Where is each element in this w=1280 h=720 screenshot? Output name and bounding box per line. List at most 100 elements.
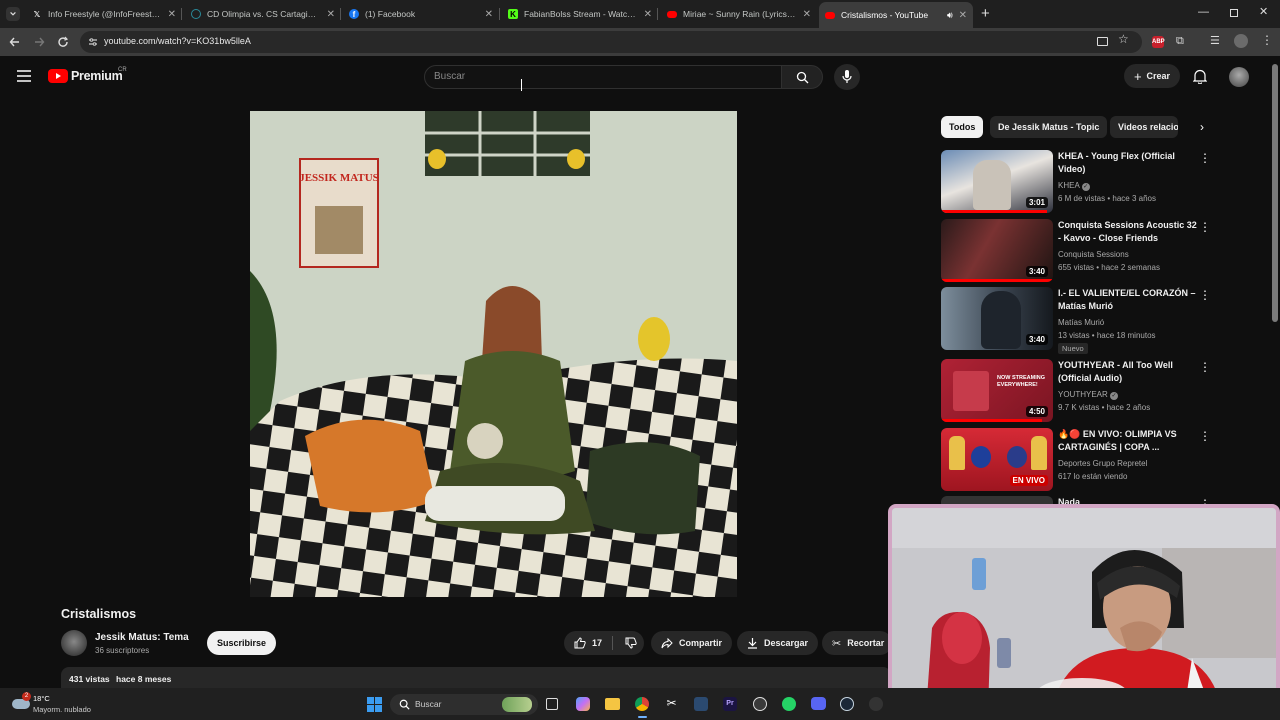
- tab-title: FabianBolss Stream - Watch Liv: [524, 9, 638, 19]
- download-button[interactable]: Descargar: [737, 631, 819, 655]
- extension-abp-icon[interactable]: ABP: [1152, 36, 1165, 48]
- team-crest-left: [971, 446, 991, 468]
- close-tab-icon[interactable]: ✕: [485, 9, 493, 20]
- recommendation-item[interactable]: 3:40 Conquista Sessions Acoustic 32 - Ka…: [941, 219, 1211, 283]
- video-player[interactable]: JESSIK MATUS: [250, 111, 737, 597]
- url-text: youtube.com/watch?v=KO31bw5lleA: [104, 36, 251, 46]
- voice-search-button[interactable]: [834, 64, 860, 90]
- more-options-icon[interactable]: ⋮: [1199, 429, 1211, 443]
- webcam-feed-image: [892, 508, 1276, 712]
- recommendation-item[interactable]: 3:01 KHEA - Young Flex (Official Video) …: [941, 150, 1211, 214]
- whatsapp-icon[interactable]: [782, 697, 796, 711]
- media-controls-icon[interactable]: ☰: [1210, 34, 1220, 47]
- browser-menu-icon[interactable]: ⋮: [1261, 33, 1273, 47]
- close-window-button[interactable]: ✕: [1259, 5, 1268, 18]
- recommendation-item[interactable]: NOW STREAMING EVERYWHERE! 4:50 YOUTHYEAR…: [941, 359, 1211, 423]
- browser-tab[interactable]: Miriae ~ Sunny Rain (Lyrics vide ✕: [667, 4, 811, 24]
- steam-icon[interactable]: [840, 697, 854, 711]
- minimize-button[interactable]: —: [1198, 6, 1209, 18]
- video-thumbnail[interactable]: EN VIVO: [941, 428, 1053, 491]
- video-thumbnail[interactable]: 3:40: [941, 287, 1053, 350]
- profile-avatar[interactable]: [1234, 34, 1248, 48]
- address-bar[interactable]: youtube.com/watch?v=KO31bw5lleA: [80, 31, 1142, 53]
- premiere-icon[interactable]: Pr: [723, 697, 737, 711]
- create-button[interactable]: + Crear: [1124, 64, 1180, 88]
- task-view-icon[interactable]: [546, 698, 558, 710]
- extensions-puzzle-icon[interactable]: ⧉: [1176, 35, 1184, 48]
- chip-all[interactable]: Todos: [941, 116, 984, 138]
- recommendation-item[interactable]: 3:40 I.- EL VALIENTE/EL CORAZÓN – Matías…: [941, 287, 1211, 357]
- forward-icon[interactable]: [33, 36, 45, 48]
- browser-tab[interactable]: 𝕏 Info Freestyle (@InfoFreestyle2 ✕: [32, 4, 176, 24]
- hamburger-menu-icon[interactable]: [17, 70, 31, 82]
- chip-from-artist[interactable]: De Jessik Matus - Topic: [990, 116, 1108, 138]
- video-meta: 6 M de vistas • hace 3 años: [1058, 194, 1156, 203]
- discord-icon[interactable]: [811, 697, 826, 710]
- more-options-icon[interactable]: ⋮: [1199, 151, 1211, 165]
- close-tab-icon[interactable]: ✕: [959, 10, 967, 21]
- youtube-logo[interactable]: Premium: [48, 69, 123, 83]
- chip-related[interactable]: Videos relacio: [1110, 116, 1178, 138]
- speaker-icon[interactable]: 🔊︎: [947, 10, 953, 21]
- thumbs-down-icon[interactable]: [625, 637, 637, 649]
- taskbar-search-box[interactable]: Buscar: [390, 694, 538, 715]
- share-button[interactable]: Compartir: [651, 631, 733, 655]
- poster-text: JESSIK MATUS: [299, 172, 379, 184]
- browser-tab[interactable]: f (1) Facebook ✕: [349, 4, 493, 24]
- video-thumbnail[interactable]: 3:40: [941, 219, 1053, 282]
- close-tab-icon[interactable]: ✕: [803, 9, 811, 20]
- channel-name: YOUTHYEAR ✓: [1058, 390, 1119, 400]
- notifications-bell-icon[interactable]: [1193, 69, 1207, 84]
- video-title: Cristalismos: [61, 607, 137, 621]
- more-options-icon[interactable]: ⋮: [1199, 360, 1211, 374]
- like-button[interactable]: 17: [564, 637, 602, 649]
- tab-search-menu[interactable]: [6, 7, 20, 21]
- account-avatar[interactable]: [1229, 67, 1249, 87]
- search-highlight-image: [502, 697, 532, 712]
- browser-tab[interactable]: K FabianBolss Stream - Watch Liv ✕: [508, 4, 652, 24]
- subscribe-button[interactable]: Suscribirse: [207, 631, 276, 655]
- channel-avatar[interactable]: [61, 630, 87, 656]
- plus-icon: +: [1133, 68, 1142, 84]
- download-label: Descargar: [764, 638, 809, 648]
- webcam-overlay: [888, 504, 1280, 716]
- restore-button[interactable]: [1230, 9, 1238, 17]
- reload-icon[interactable]: [57, 36, 69, 48]
- weather-widget[interactable]: 2 18°C Mayorm. nublado: [10, 692, 120, 716]
- app-icon[interactable]: [869, 697, 883, 711]
- back-icon[interactable]: [9, 36, 21, 48]
- clip-button[interactable]: ✂ Recortar: [822, 631, 892, 655]
- new-tab-button[interactable]: +: [981, 5, 990, 22]
- bookmark-star-icon[interactable]: ☆: [1118, 32, 1129, 46]
- video-thumbnail[interactable]: NOW STREAMING EVERYWHERE! 4:50: [941, 359, 1053, 422]
- page-scrollbar[interactable]: [1272, 64, 1278, 322]
- download-icon: [748, 638, 757, 649]
- close-tab-icon[interactable]: ✕: [327, 9, 335, 20]
- close-tab-icon[interactable]: ✕: [168, 9, 176, 20]
- browser-tab[interactable]: CD Olimpia vs. CS Cartaginés (C ✕: [191, 4, 335, 24]
- close-tab-icon[interactable]: ✕: [644, 9, 652, 20]
- video-thumbnail[interactable]: 3:01: [941, 150, 1053, 213]
- obs-icon[interactable]: [753, 697, 767, 711]
- site-info-icon[interactable]: [88, 37, 98, 47]
- capcut-icon[interactable]: ✂: [665, 697, 678, 710]
- pen-tool-icon[interactable]: [694, 697, 708, 711]
- tab-title: Miriae ~ Sunny Rain (Lyrics vide: [683, 9, 797, 19]
- taskbar-search-placeholder: Buscar: [415, 699, 442, 709]
- chrome-icon[interactable]: [635, 697, 649, 711]
- recommendation-item[interactable]: EN VIVO 🔥🔴 EN VIVO: OLIMPIA VS CARTAGINÉ…: [941, 428, 1211, 492]
- more-options-icon[interactable]: ⋮: [1199, 288, 1211, 302]
- channel-name[interactable]: Jessik Matus: Tema: [95, 632, 189, 643]
- browser-tab-active[interactable]: Cristalismos - YouTube 🔊︎ ✕: [819, 2, 973, 28]
- trophy-left: [949, 436, 965, 470]
- file-explorer-icon[interactable]: [605, 698, 620, 710]
- search-button[interactable]: [781, 65, 823, 89]
- more-options-icon[interactable]: ⋮: [1199, 220, 1211, 234]
- search-input[interactable]: Buscar: [424, 65, 782, 89]
- description-box[interactable]: 431 vistas hace 8 meses: [61, 667, 891, 688]
- copilot-icon[interactable]: [576, 697, 590, 711]
- install-app-icon[interactable]: [1097, 37, 1108, 46]
- windows-start-icon[interactable]: [367, 697, 382, 712]
- chevron-down-icon: [10, 11, 16, 16]
- chips-next-arrow-icon[interactable]: ›: [1180, 115, 1204, 139]
